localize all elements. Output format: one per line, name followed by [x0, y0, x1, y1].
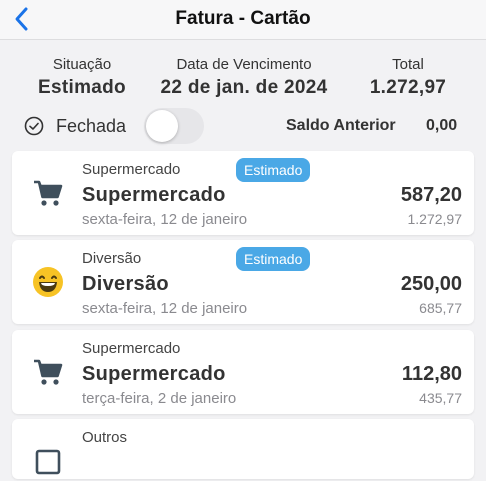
estimated-badge: Estimado [236, 158, 311, 182]
square-icon [35, 449, 61, 475]
running-balance: 1.272,97 [407, 211, 463, 227]
total-column: Total 1.272,97 [362, 56, 454, 99]
transaction-category: Supermercado [82, 161, 181, 178]
transaction-card[interactable]: Supermercado Supermercado 112,80 terça-f… [12, 330, 474, 414]
transaction-category: Supermercado [82, 340, 181, 357]
total-label: Total [392, 56, 424, 73]
transaction-amount: 587,20 [400, 184, 462, 206]
due-date-label: Data de Vencimento [176, 56, 312, 73]
transaction-date: terça-feira, 2 de janeiro [82, 390, 237, 407]
shopping-cart-icon [34, 180, 63, 206]
transaction-amount: 112,80 [401, 363, 462, 385]
shopping-cart-icon [34, 359, 63, 385]
closed-status-row: Fechada Saldo Anterior 0,00 [0, 108, 486, 144]
total-value: 1.272,97 [369, 77, 447, 98]
transaction-title: Supermercado [82, 363, 226, 385]
check-circle-icon [24, 116, 44, 136]
due-date-column: Data de Vencimento 22 de jan. de 2024 [152, 56, 336, 99]
transaction-category: Diversão [82, 250, 142, 267]
status-value: Estimado [38, 77, 126, 98]
running-balance: 685,77 [419, 300, 462, 316]
previous-balance-value: 0,00 [426, 117, 458, 134]
transaction-card[interactable]: Outros [12, 419, 474, 479]
status-label: Situação [52, 56, 112, 73]
closed-toggle[interactable] [144, 108, 204, 144]
transaction-title: Supermercado [82, 184, 226, 206]
toggle-knob [146, 110, 178, 142]
previous-balance-label: Saldo Anterior [286, 117, 396, 134]
transaction-title: Diversão [82, 273, 169, 295]
smiley-face-icon [33, 267, 63, 297]
transaction-card[interactable]: Diversão Estimado Diversão 250,00 sexta-… [12, 240, 474, 324]
transaction-amount: 250,00 [400, 273, 462, 295]
nav-bar: Fatura - Cartão [0, 0, 486, 40]
closed-label: Fechada [56, 116, 127, 136]
transaction-category: Outros [82, 429, 128, 446]
transaction-card[interactable]: Supermercado Estimado Supermercado 587,2… [12, 151, 474, 235]
estimated-badge: Estimado [236, 247, 311, 271]
running-balance: 435,77 [419, 390, 462, 406]
transaction-date: sexta-feira, 12 de janeiro [82, 211, 248, 228]
transaction-date: sexta-feira, 12 de janeiro [82, 300, 248, 317]
due-date-value: 22 de jan. de 2024 [160, 77, 328, 98]
status-column: Situação Estimado [36, 56, 128, 99]
page-title: Fatura - Cartão [175, 8, 311, 29]
